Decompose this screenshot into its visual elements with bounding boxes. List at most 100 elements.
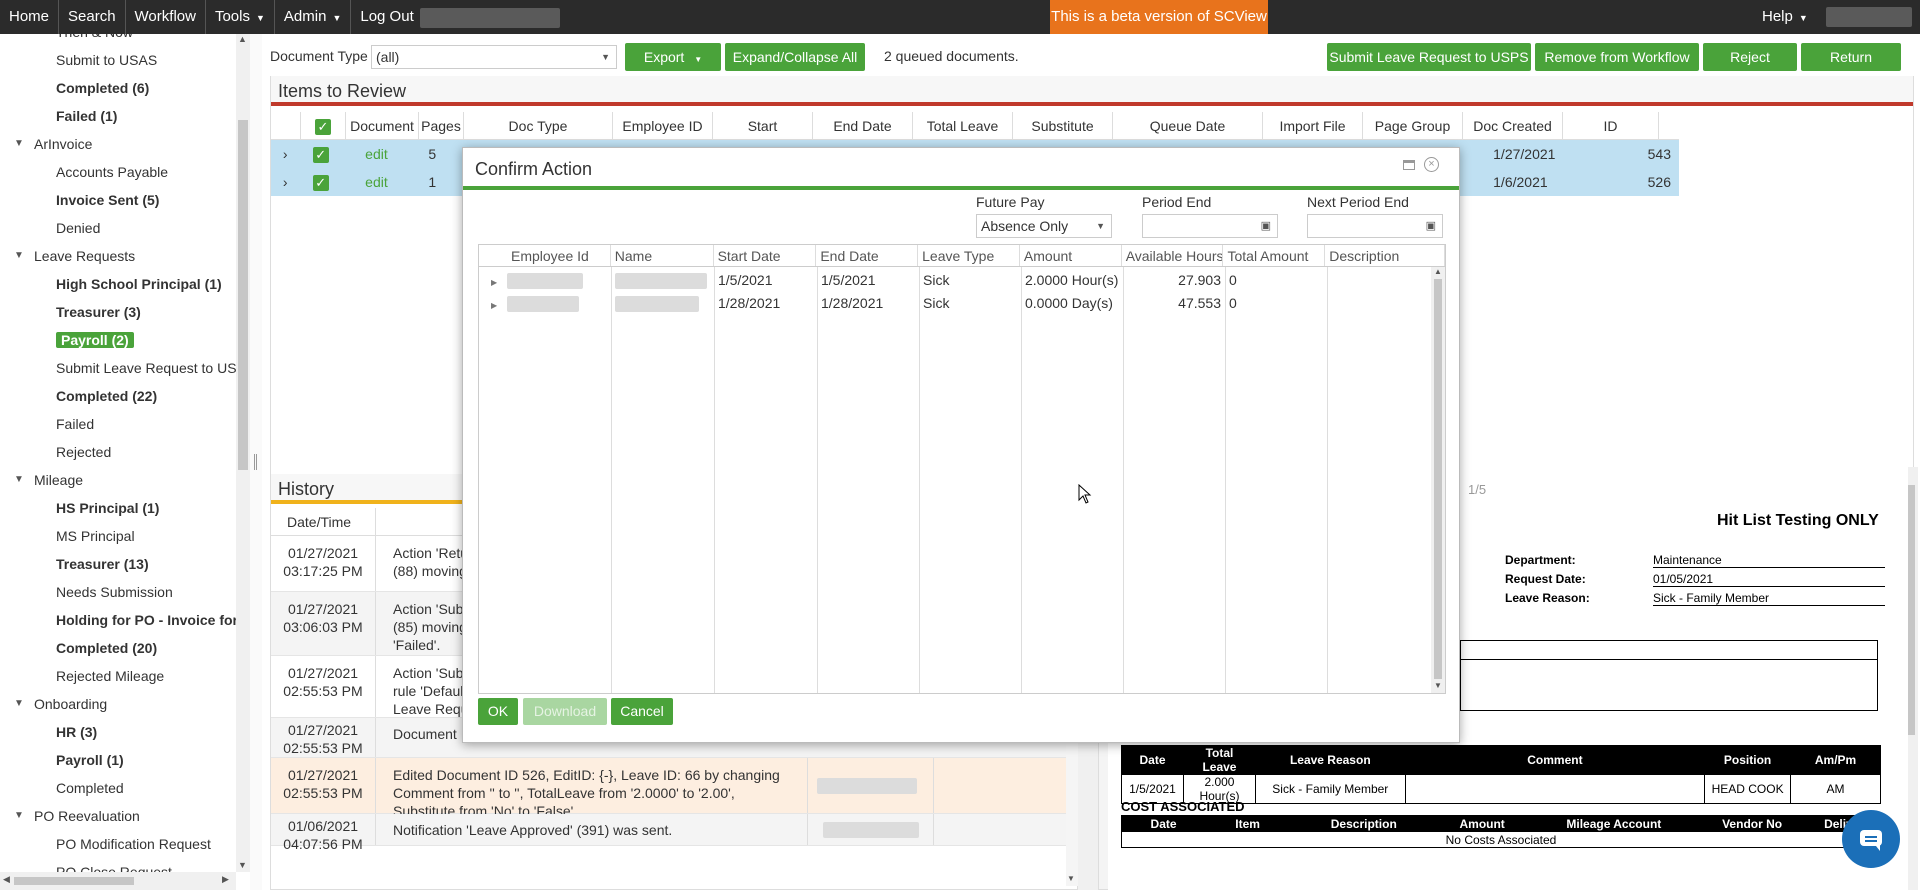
- expand-arrow-icon[interactable]: ▶: [491, 278, 497, 287]
- col-header[interactable]: Start: [713, 112, 813, 139]
- sidebar-group[interactable]: ▼ Onboarding: [0, 693, 107, 715]
- col-header[interactable]: Employee Id: [479, 245, 611, 266]
- scroll-thumb[interactable]: [238, 120, 248, 470]
- sidebar-item[interactable]: Treasurer (13): [0, 553, 149, 575]
- nav-admin[interactable]: Admin ▼: [275, 0, 352, 34]
- sidebar-item[interactable]: HR (3): [0, 721, 97, 743]
- remove-from-workflow-button[interactable]: Remove from Workflow: [1535, 43, 1699, 71]
- sidebar-item[interactable]: Failed (1): [0, 105, 117, 127]
- sidebar-item[interactable]: Payroll (1): [0, 749, 124, 771]
- table-row[interactable]: ▶ 1/5/2021 1/5/2021 Sick 2.0000 Hour(s) …: [479, 269, 1445, 292]
- future-pay-select[interactable]: Absence Only ▼: [976, 214, 1112, 238]
- reject-button[interactable]: Reject: [1703, 43, 1797, 71]
- scroll-down-icon[interactable]: ▼: [1067, 874, 1075, 883]
- doc-type-select[interactable]: (all) ▼: [371, 45, 617, 69]
- col-header[interactable]: Amount: [1020, 245, 1122, 266]
- table-row[interactable]: ▶ 1/28/2021 1/28/2021 Sick 0.0000 Day(s)…: [479, 292, 1445, 315]
- col-header[interactable]: Page Group: [1363, 112, 1463, 139]
- row-checkbox[interactable]: ✓: [299, 168, 342, 196]
- scroll-up-icon[interactable]: ▲: [1434, 267, 1442, 276]
- return-button[interactable]: Return: [1801, 43, 1901, 71]
- col-header[interactable]: Description: [1325, 245, 1445, 266]
- col-header[interactable]: Total Amount: [1223, 245, 1326, 266]
- col-header[interactable]: Date/Time: [287, 508, 351, 536]
- col-header[interactable]: End Date: [813, 112, 913, 139]
- sidebar-vertical-scrollbar[interactable]: ▲ ▼: [236, 34, 250, 872]
- scroll-thumb[interactable]: [14, 877, 134, 885]
- sidebar-item[interactable]: Submit Leave Request to USPS: [0, 357, 236, 379]
- nav-help[interactable]: Help ▼: [1750, 0, 1820, 34]
- sidebar-group[interactable]: ▼ Mileage: [0, 469, 83, 491]
- expand-chevron-icon[interactable]: ›: [271, 168, 299, 196]
- sidebar-item[interactable]: Holding for PO - Invoice for: [0, 609, 236, 631]
- collapse-arrow-icon[interactable]: ▼: [14, 469, 24, 491]
- sidebar-item[interactable]: Completed (22): [0, 385, 157, 407]
- maximize-icon[interactable]: [1403, 160, 1415, 170]
- col-header[interactable]: Name: [611, 245, 714, 266]
- sidebar-item[interactable]: Accounts Payable: [0, 161, 168, 183]
- sidebar-item[interactable]: Payroll (2): [0, 329, 134, 351]
- col-header[interactable]: Start Date: [714, 245, 817, 266]
- sidebar-item[interactable]: Then & Now: [0, 34, 133, 43]
- nav-home[interactable]: Home: [0, 0, 60, 34]
- scroll-thumb[interactable]: [1434, 279, 1442, 679]
- ok-button[interactable]: OK: [478, 698, 518, 725]
- col-header[interactable]: Pages: [419, 112, 464, 139]
- sidebar-item[interactable]: PO Modification Request: [0, 833, 211, 855]
- scroll-up-icon[interactable]: ▲: [238, 34, 247, 44]
- sidebar-group[interactable]: ▼ Leave Requests: [0, 245, 135, 267]
- sidebar-item[interactable]: Completed (20): [0, 637, 157, 659]
- sidebar-item[interactable]: Submit to USAS: [0, 49, 157, 71]
- sidebar-item[interactable]: Completed: [0, 777, 124, 799]
- close-icon[interactable]: ×: [1424, 157, 1439, 172]
- select-all-checkbox[interactable]: ✓: [301, 112, 346, 139]
- collapse-arrow-icon[interactable]: ▼: [14, 805, 24, 827]
- sidebar-item[interactable]: Needs Submission: [0, 581, 173, 603]
- sidebar-group[interactable]: ▼ PO Reevaluation: [0, 805, 140, 827]
- col-header[interactable]: Doc Type: [464, 112, 613, 139]
- export-button[interactable]: Export ▼: [625, 43, 721, 71]
- col-header[interactable]: Total Leave: [913, 112, 1013, 139]
- period-end-input[interactable]: ▣: [1142, 214, 1278, 238]
- history-row[interactable]: 01/06/2021 04:07:56 PM Notification 'Leave…: [271, 814, 1071, 852]
- col-header[interactable]: Available Hours: [1122, 245, 1224, 266]
- splitter-handle[interactable]: [254, 454, 257, 470]
- scroll-left-icon[interactable]: ◀: [3, 874, 10, 885]
- cancel-button[interactable]: Cancel: [611, 698, 673, 725]
- col-header[interactable]: ID: [1563, 112, 1659, 139]
- nav-workflow[interactable]: Workflow: [126, 0, 206, 34]
- expand-arrow-icon[interactable]: ▶: [491, 301, 497, 310]
- scroll-right-icon[interactable]: ▶: [222, 874, 229, 885]
- col-header[interactable]: Document: [346, 112, 419, 139]
- col-header[interactable]: Leave Type: [918, 245, 1020, 266]
- sidebar-item[interactable]: Denied: [0, 217, 100, 239]
- nav-logout[interactable]: Log Out: [351, 0, 422, 34]
- scroll-down-icon[interactable]: ▼: [238, 860, 247, 870]
- sidebar-item[interactable]: Treasurer (3): [0, 301, 141, 323]
- scroll-thumb[interactable]: [1907, 485, 1915, 735]
- next-period-end-input[interactable]: ▣: [1307, 214, 1443, 238]
- col-header[interactable]: Doc Created: [1463, 112, 1563, 139]
- redacted-user-menu[interactable]: [1826, 7, 1912, 27]
- collapse-arrow-icon[interactable]: ▼: [14, 693, 24, 715]
- calendar-icon[interactable]: ▣: [1261, 215, 1271, 237]
- edit-link[interactable]: edit: [342, 140, 411, 168]
- nav-search[interactable]: Search: [59, 0, 126, 34]
- sidebar-horizontal-scrollbar[interactable]: ◀ ▶: [0, 872, 236, 890]
- col-header[interactable]: Import File: [1263, 112, 1363, 139]
- submit-leave-button[interactable]: Submit Leave Request to USPS: [1327, 43, 1531, 71]
- sidebar-item[interactable]: Rejected Mileage: [0, 665, 164, 687]
- sidebar-item[interactable]: HS Principal (1): [0, 497, 159, 519]
- sidebar-item[interactable]: Invoice Sent (5): [0, 189, 159, 211]
- history-row[interactable]: 01/27/2021 02:55:53 PM Edited Document ID …: [271, 758, 1071, 819]
- sidebar-splitter[interactable]: [250, 34, 262, 890]
- col-header[interactable]: Substitute: [1013, 112, 1113, 139]
- sidebar-item[interactable]: Completed (6): [0, 77, 149, 99]
- col-header[interactable]: End Date: [816, 245, 919, 266]
- row-checkbox[interactable]: ✓: [299, 140, 342, 168]
- col-header[interactable]: Queue Date: [1113, 112, 1263, 139]
- col-header[interactable]: Employee ID: [613, 112, 713, 139]
- expand-chevron-icon[interactable]: ›: [271, 140, 299, 168]
- nav-tools[interactable]: Tools ▼: [206, 0, 275, 34]
- sidebar-item[interactable]: Failed: [0, 413, 94, 435]
